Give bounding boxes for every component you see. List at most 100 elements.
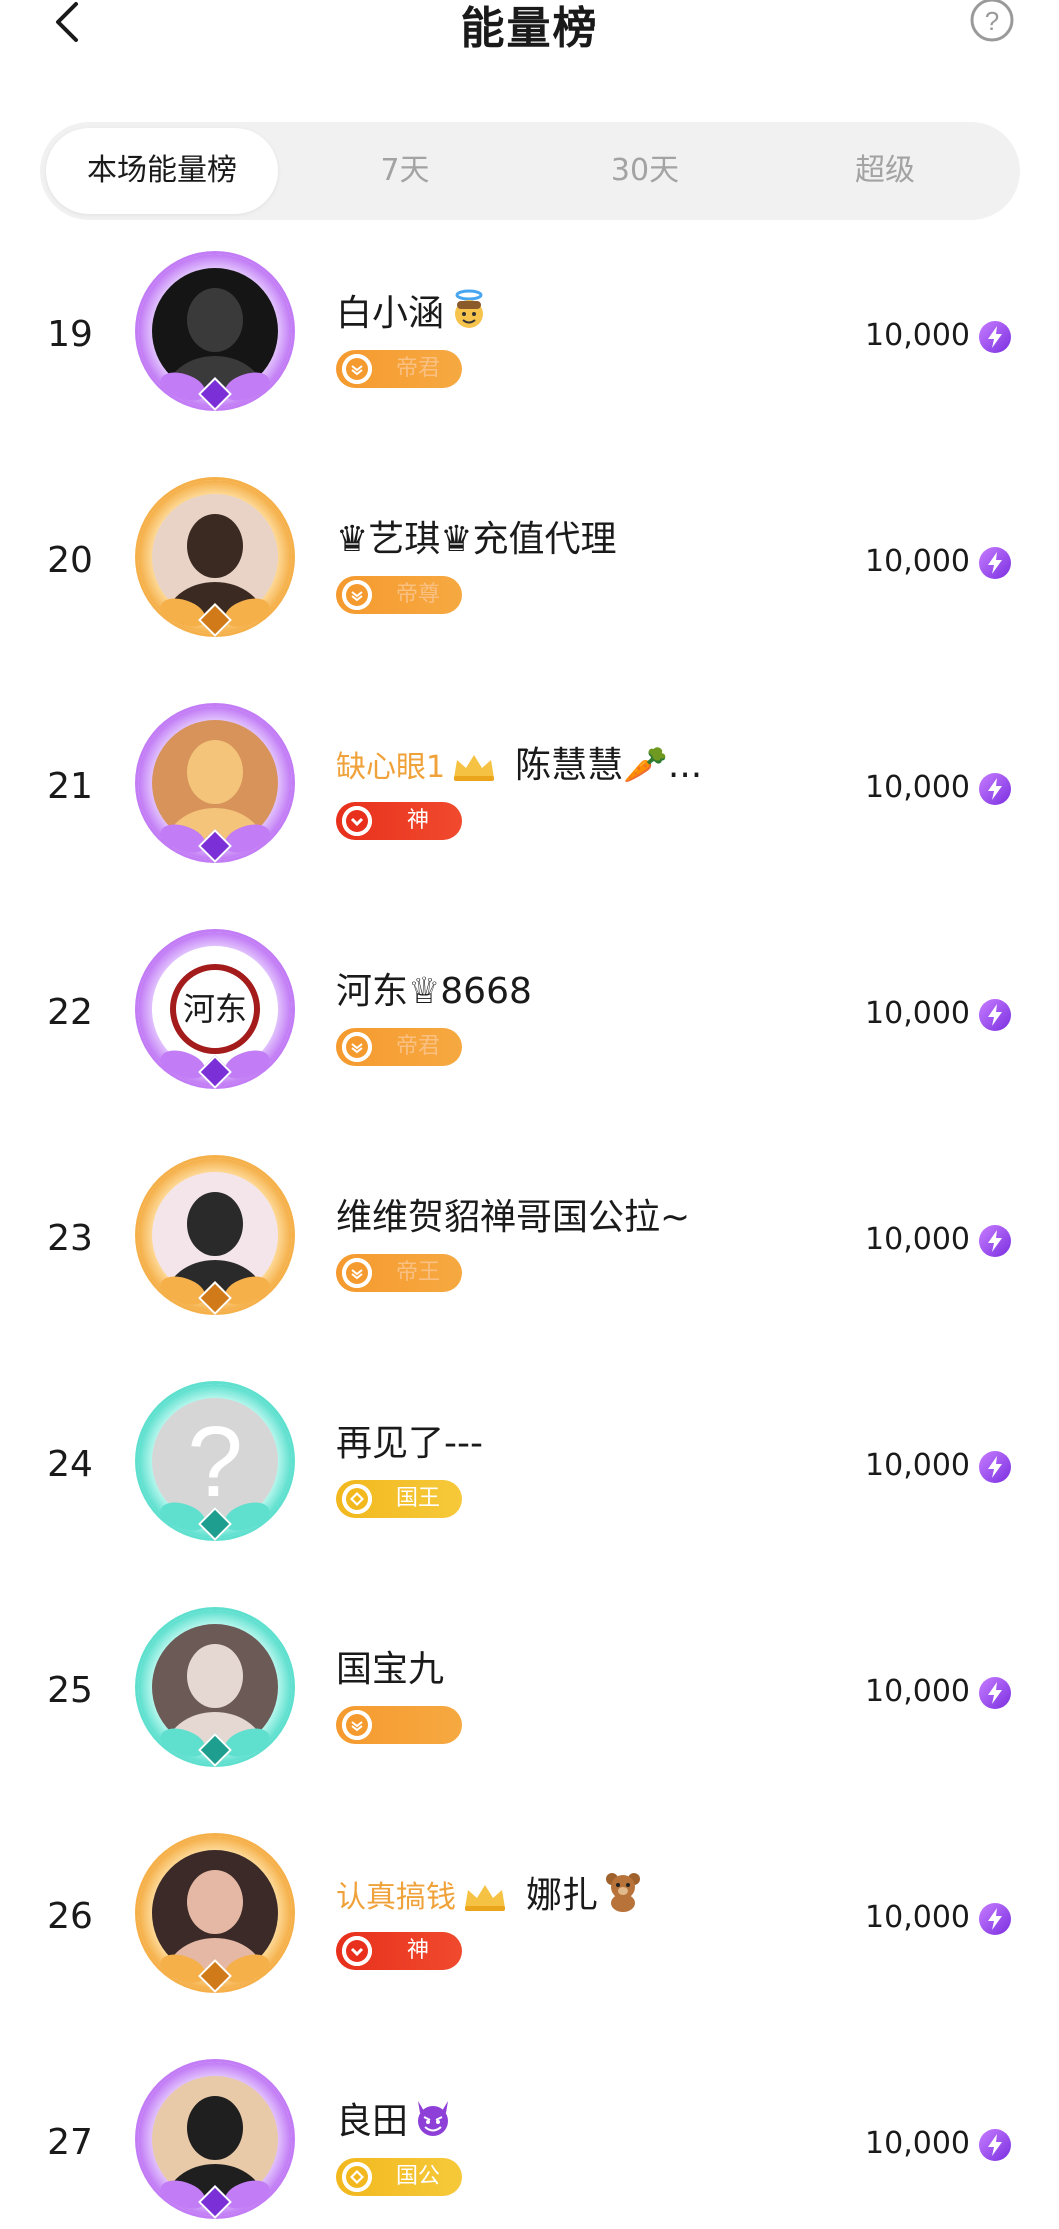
list-item[interactable]: 25 国宝九 10,000 <box>0 1602 1059 1828</box>
page-title: 能量榜 <box>460 3 599 54</box>
badge-label: 神 <box>406 1938 429 1963</box>
badge-icon <box>342 1936 372 1966</box>
badge-label: 国王 <box>395 1486 440 1511</box>
crown-icon <box>465 1885 505 1911</box>
svg-text:?: ? <box>985 6 999 36</box>
energy-bolt-icon <box>978 1450 1012 1484</box>
user-name: 国宝九 <box>336 1649 445 1690</box>
list-item[interactable]: 27 良田国公 10,000 <box>0 2054 1059 2229</box>
avatar[interactable]: ? <box>130 1376 300 1546</box>
energy-score: 10,000 <box>865 544 970 579</box>
tab-30-days[interactable]: 30天 <box>570 128 720 214</box>
badge-label: 国公 <box>395 2164 440 2189</box>
list-item[interactable]: 20 ♛艺琪♛充值代理帝尊 10,000 <box>0 472 1059 698</box>
avatar[interactable] <box>130 2054 300 2224</box>
badge-icon <box>342 1710 372 1740</box>
badge-icon <box>342 2162 372 2192</box>
rank-badge: 神 <box>336 1932 462 1970</box>
energy-bolt-icon <box>978 998 1012 1032</box>
name-line: 维维贺貂禅哥国公拉~ <box>336 1188 690 1238</box>
rank-badge: 帝君 <box>336 1028 462 1066</box>
name-line: 国宝九 <box>336 1640 444 1690</box>
crown-icon <box>454 755 495 781</box>
badge-label: 帝君 <box>395 1034 440 1059</box>
tab-super[interactable]: 超级 <box>810 128 960 214</box>
tab-7-days[interactable]: 7天 <box>330 128 480 214</box>
energy-score: 10,000 <box>865 1222 970 1257</box>
energy-score: 10,000 <box>865 1448 970 1483</box>
avatar[interactable] <box>130 1602 300 1772</box>
devil-face-icon <box>418 2101 449 2136</box>
badge-icon <box>342 806 372 836</box>
badge-icon <box>342 1258 372 1288</box>
tab-current-session[interactable]: 本场能量榜 <box>46 128 278 214</box>
energy-score: 10,000 <box>865 996 970 1031</box>
rank-number: 25 <box>47 1670 93 1711</box>
name-line: 再见了--- <box>336 1414 483 1464</box>
list-item[interactable]: 23 维维贺貂禅哥国公拉~ 帝王 10,000 <box>0 1150 1059 1376</box>
rank-badge: 国公 <box>336 2158 462 2196</box>
user-name: 陈慧慧🥕... <box>515 745 703 786</box>
badge-icon <box>342 354 372 384</box>
svg-text:河东: 河东 <box>183 990 247 1028</box>
badge-icon <box>342 1032 372 1062</box>
user-name: 娜扎 <box>526 1875 599 1916</box>
name-line: 白小涵 <box>336 284 490 334</box>
rank-badge: 帝君 <box>336 350 462 388</box>
badge-label: 帝王 <box>395 1260 440 1285</box>
badge-icon <box>342 580 372 610</box>
angel-face-icon <box>455 289 484 328</box>
list-item[interactable]: 26 认真搞钱 娜扎神 10,000 <box>0 1828 1059 2054</box>
name-line: 良田 <box>336 2092 454 2142</box>
avatar[interactable] <box>130 1150 300 1320</box>
rank-badge: 国王 <box>336 1480 462 1518</box>
avatar[interactable] <box>130 246 300 416</box>
list-item[interactable]: 22 河东 河东♕8668 帝君 10,000 <box>0 924 1059 1150</box>
energy-bolt-icon <box>978 1676 1012 1710</box>
energy-bolt-icon <box>978 546 1012 580</box>
list-item[interactable]: 19 白小涵帝君 10,000 <box>0 246 1059 472</box>
name-line: ♛艺琪♛充值代理 <box>336 510 617 560</box>
rank-badge <box>336 1706 462 1744</box>
user-name: 白小涵 <box>336 293 445 334</box>
user-name: 再见了--- <box>336 1423 483 1464</box>
user-name: 河东♕8668 <box>336 971 532 1012</box>
rank-number: 23 <box>47 1218 93 1259</box>
energy-score: 10,000 <box>865 770 970 805</box>
energy-bolt-icon <box>978 320 1012 354</box>
rank-badge: 神 <box>336 802 462 840</box>
help-question-icon[interactable]: ? <box>968 0 1016 44</box>
energy-score: 10,000 <box>865 2126 970 2161</box>
energy-bolt-icon <box>978 772 1012 806</box>
energy-score: 10,000 <box>865 318 970 353</box>
avatar[interactable]: 河东 <box>130 924 300 1094</box>
badge-label: 帝尊 <box>395 582 440 607</box>
rank-badge: 帝王 <box>336 1254 462 1292</box>
rank-number: 20 <box>47 540 93 581</box>
teddy-bear-icon <box>606 1873 641 1912</box>
rank-number: 24 <box>47 1444 93 1485</box>
rank-number: 19 <box>47 314 93 355</box>
period-tabs: 本场能量榜 7天 30天 超级 <box>40 122 1020 220</box>
rank-badge: 帝尊 <box>336 576 462 614</box>
user-name: 维维贺貂禅哥国公拉~ <box>336 1197 691 1238</box>
avatar[interactable] <box>130 698 300 868</box>
svg-text:?: ? <box>187 1406 243 1518</box>
avatar[interactable] <box>130 1828 300 1998</box>
name-prefix: 缺心眼1 <box>336 750 446 785</box>
rank-number: 21 <box>47 766 93 807</box>
energy-score: 10,000 <box>865 1674 970 1709</box>
list-item[interactable]: 21 缺心眼1 陈慧慧🥕... 神 10,000 <box>0 698 1059 924</box>
avatar[interactable] <box>130 472 300 642</box>
list-item[interactable]: 24? 再见了--- 国王 10,000 <box>0 1376 1059 1602</box>
header: 能量榜 ? <box>0 0 1059 110</box>
name-prefix: 认真搞钱 <box>336 1880 456 1915</box>
name-line: 河东♕8668 <box>336 962 532 1012</box>
energy-bolt-icon <box>978 2128 1012 2162</box>
rank-number: 26 <box>47 1896 93 1937</box>
badge-label: 神 <box>406 808 429 833</box>
rank-number: 27 <box>47 2122 93 2163</box>
rank-number: 22 <box>47 992 93 1033</box>
user-name: ♛艺琪♛充值代理 <box>336 519 617 560</box>
badge-icon <box>342 1484 372 1514</box>
